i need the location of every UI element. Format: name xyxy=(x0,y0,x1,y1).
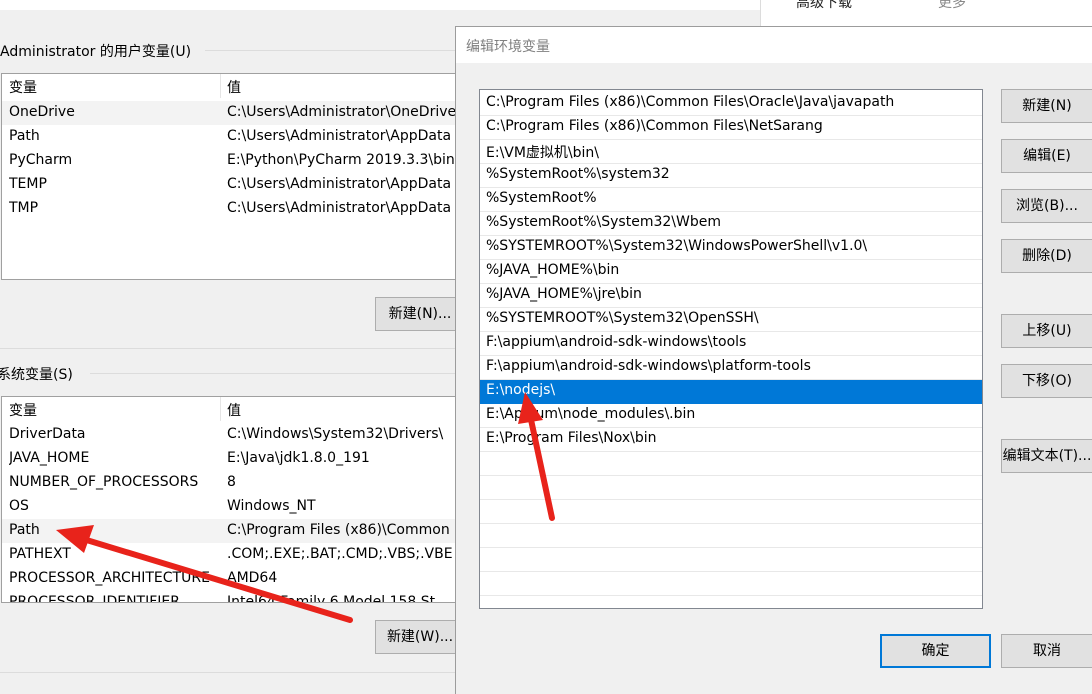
arrow-to-nodejs-entry-icon xyxy=(518,392,555,521)
arrow-to-system-path-icon xyxy=(56,525,353,623)
annotation-overlay xyxy=(56,392,555,623)
